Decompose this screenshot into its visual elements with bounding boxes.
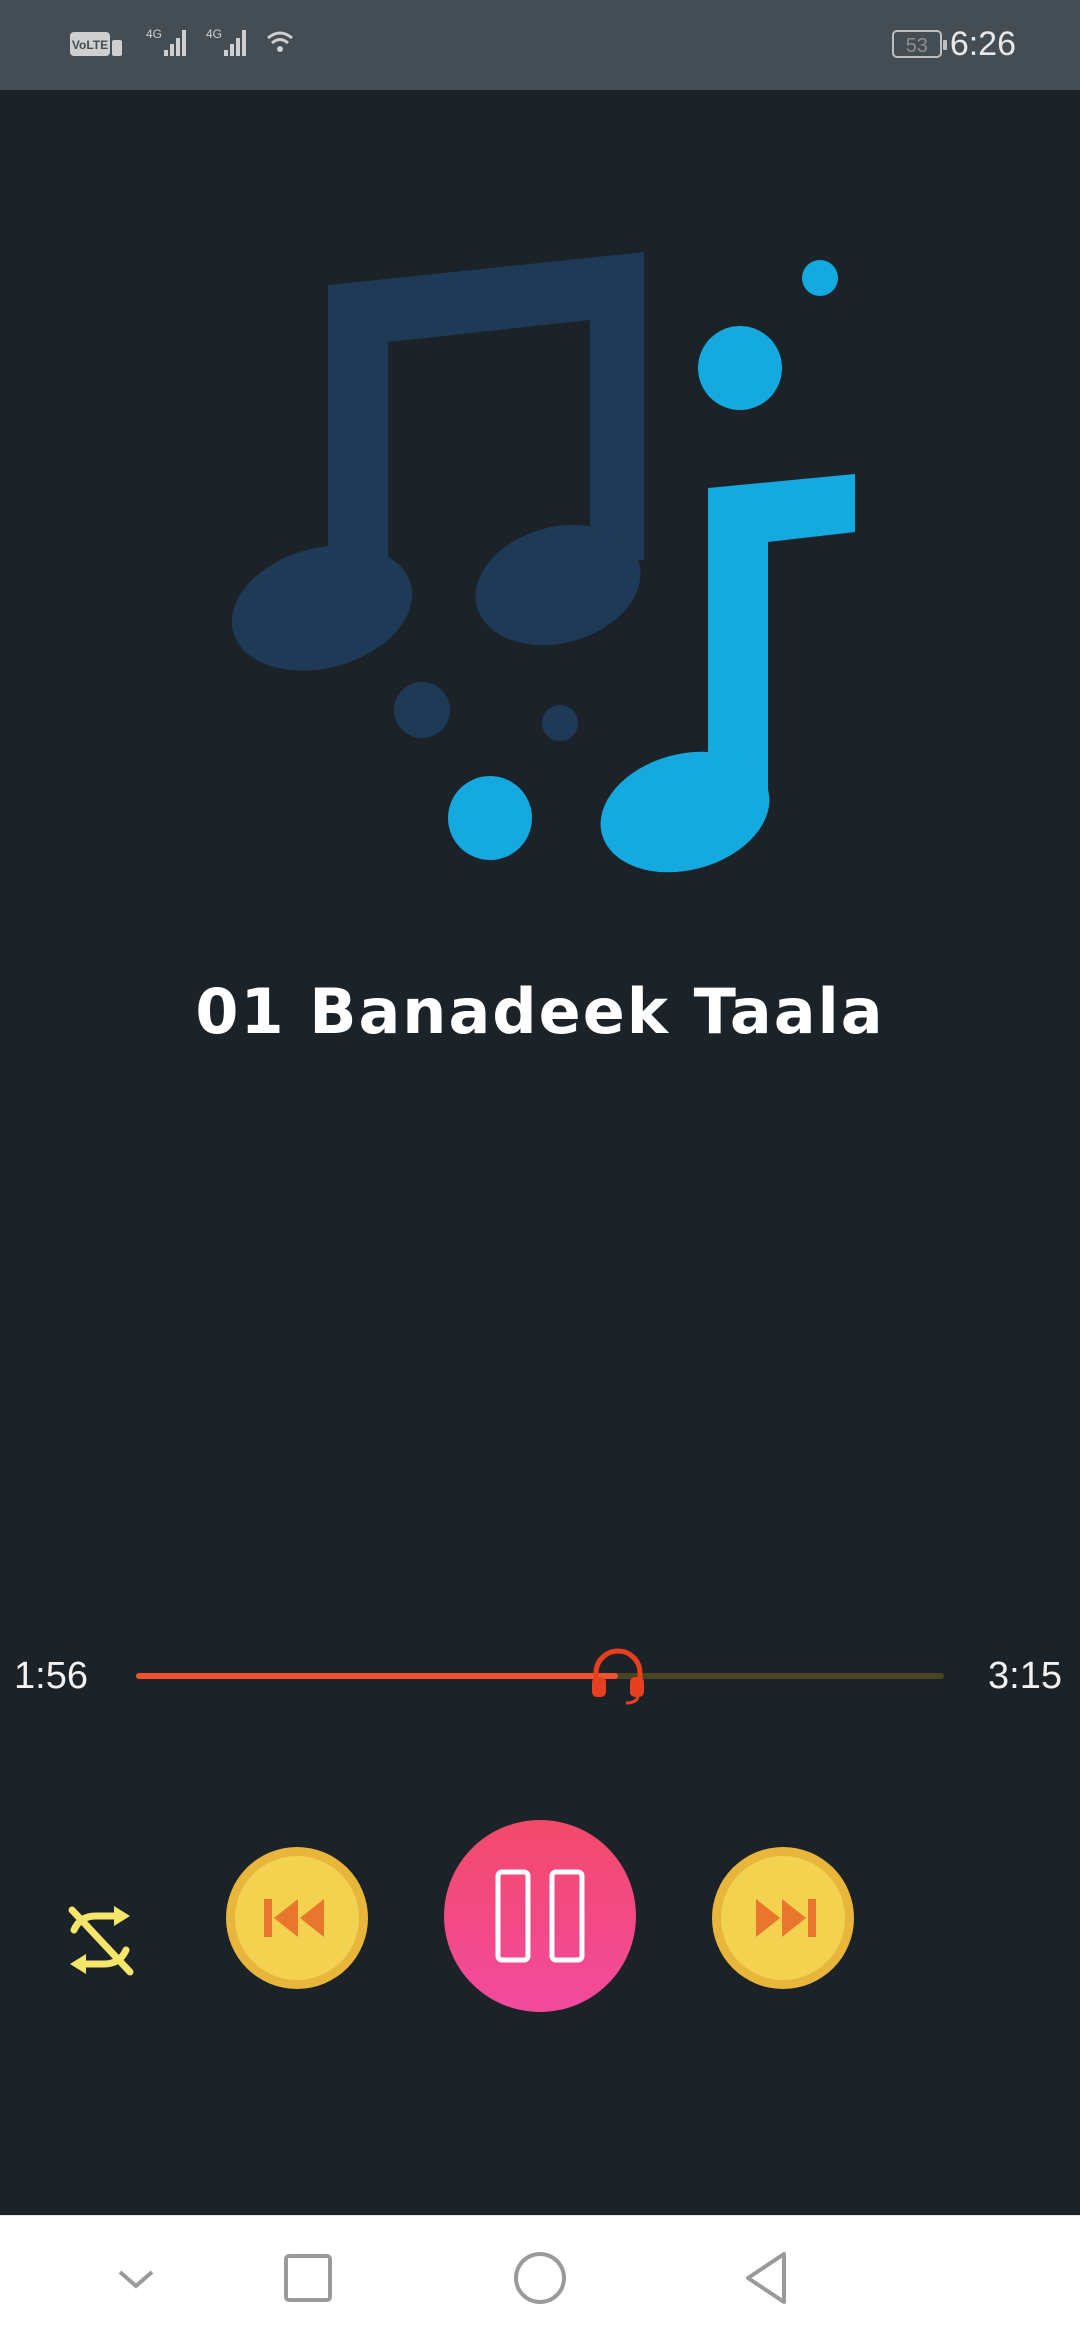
status-bar: VoLTE 4G 4G 53 6:26 (0, 0, 1080, 90)
nav-back-button[interactable] (736, 2246, 800, 2310)
seek-bar-played (136, 1673, 618, 1679)
music-notes-icon (231, 252, 855, 873)
seek-bar[interactable] (136, 1648, 944, 1705)
svg-text:4G: 4G (146, 27, 162, 41)
svg-text:4G: 4G (206, 27, 222, 41)
shuffle-off-icon[interactable] (60, 1900, 140, 1980)
nav-home-button[interactable] (508, 2246, 572, 2310)
total-time: 3:15 (988, 1655, 1062, 1697)
status-clock: 6:26 (949, 24, 1016, 63)
elapsed-time: 1:56 (14, 1655, 88, 1697)
song-title: 01 Banadeek Taala (195, 975, 885, 1048)
triangle-back-icon (746, 2252, 786, 2304)
circle-icon (514, 2252, 566, 2304)
navigation-bar (0, 2215, 1080, 2340)
status-icons: VoLTE 4G 4G (68, 24, 308, 64)
status-right: 53 6:26 (891, 22, 1016, 66)
chevron-down-icon (118, 2270, 154, 2289)
battery-level: 53 (905, 35, 928, 57)
skip-previous-button[interactable] (224, 1845, 370, 1991)
nav-dropdown-button[interactable] (104, 2246, 168, 2310)
playback-controls (0, 1820, 1080, 2020)
signal-icons: VoLTE 4G 4G (70, 27, 293, 56)
skip-next-button[interactable] (710, 1845, 856, 1991)
pause-button[interactable] (444, 1820, 636, 2012)
square-icon (284, 2254, 332, 2302)
svg-text:VoLTE: VoLTE (72, 38, 108, 52)
dark-notes (231, 252, 644, 741)
nav-recents-button[interactable] (276, 2246, 340, 2310)
battery-icon: 53 (891, 30, 947, 58)
headphones-icon[interactable] (586, 1643, 650, 1707)
